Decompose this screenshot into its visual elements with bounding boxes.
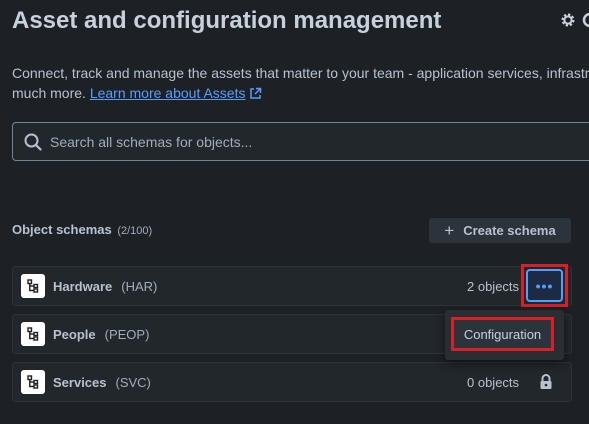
search-icon xyxy=(24,133,42,151)
schema-object-count: 2 objects xyxy=(467,278,520,294)
menu-item-configuration[interactable]: Configuration xyxy=(451,317,554,351)
search-input[interactable] xyxy=(50,133,550,150)
description-line-1: Connect, track and manage the assets tha… xyxy=(12,65,589,81)
page-description: Connect, track and manage the assets tha… xyxy=(12,63,589,103)
external-link-icon xyxy=(250,87,262,99)
more-actions-icon: ••• xyxy=(526,269,563,302)
schema-row-services[interactable]: Services (SVC) 0 objects xyxy=(12,362,572,402)
schemas-title: Object schemas xyxy=(12,222,112,237)
create-schema-label: Create schema xyxy=(463,223,556,238)
schema-name: People xyxy=(53,326,96,342)
description-line-2: much more. Learn more about Assets xyxy=(12,83,589,103)
object-schemas-heading: Object schemas (2/100) xyxy=(12,222,152,237)
schema-name: Hardware xyxy=(53,278,113,294)
hierarchy-icon xyxy=(21,370,45,394)
gear-icon[interactable] xyxy=(560,12,576,28)
learn-more-link[interactable]: Learn more about Assets xyxy=(90,85,246,101)
hierarchy-icon xyxy=(21,322,45,346)
schema-row-hardware[interactable]: Hardware (HAR) 2 objects xyxy=(12,266,572,306)
plus-icon: + xyxy=(444,221,455,240)
create-schema-button[interactable]: + Create schema xyxy=(429,218,571,243)
more-header-icon[interactable] xyxy=(582,12,589,28)
schemas-count: (2/100) xyxy=(117,225,153,237)
more-actions-button[interactable]: ••• xyxy=(521,264,568,307)
lock-icon xyxy=(539,374,553,390)
schema-name: Services xyxy=(53,374,107,390)
header-actions xyxy=(560,12,589,28)
schema-key: (HAR) xyxy=(121,278,158,294)
schema-key: (PEOP) xyxy=(104,326,150,342)
hierarchy-icon xyxy=(21,274,45,298)
description-prefix: much more. xyxy=(12,85,90,101)
actions-dropdown-menu: Configuration xyxy=(445,310,564,360)
page-title: Asset and configuration management xyxy=(12,7,442,34)
schema-key: (SVC) xyxy=(115,374,151,390)
schema-object-count: 0 objects xyxy=(467,374,520,390)
assets-page: Asset and configuration management Conne… xyxy=(0,0,589,424)
search-box[interactable] xyxy=(12,122,589,161)
